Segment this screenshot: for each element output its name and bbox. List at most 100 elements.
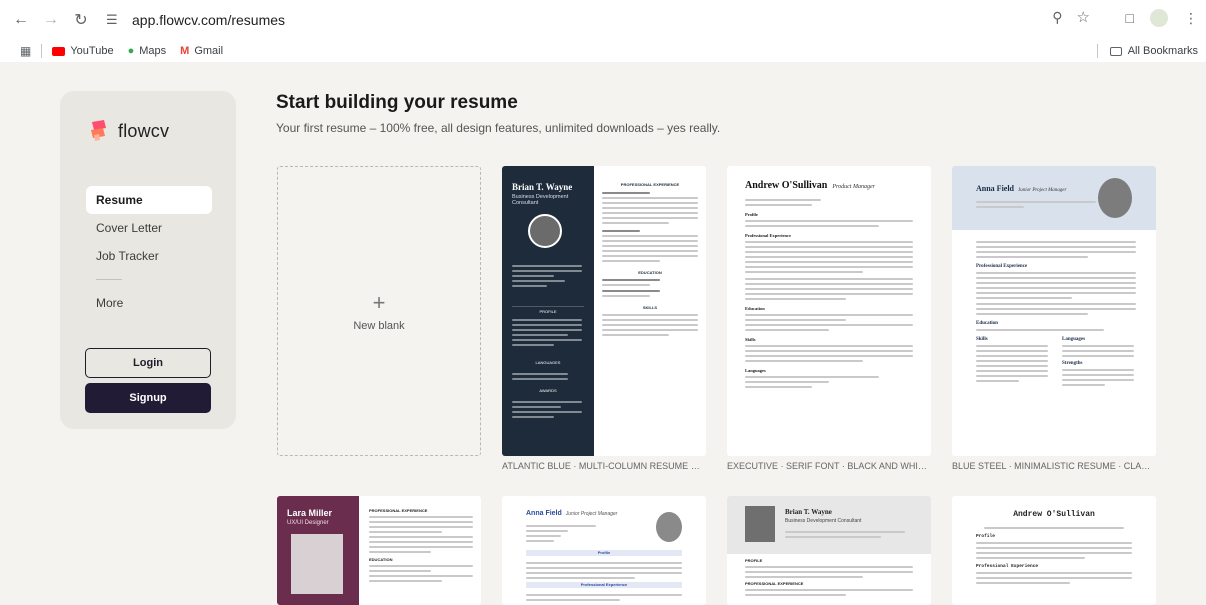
folder-icon (1109, 46, 1122, 56)
resume-name: Anna Field (526, 510, 562, 517)
profile-avatar[interactable] (1150, 9, 1168, 27)
resume-name-row: Anna Field Junior Project Manager (976, 184, 1066, 193)
resume-role: Junior Project Manager (565, 511, 618, 517)
template-card-lara-miller[interactable]: Lara Miller UX/UI Designer PROFESSIONAL … (277, 496, 481, 605)
template-card-andrew-mono[interactable]: Andrew O'Sullivan Profile Professional E… (952, 496, 1156, 605)
flowcv-logo-icon (91, 120, 106, 141)
new-blank-card[interactable]: + New blank (277, 166, 481, 456)
resume-role: Product Manager (832, 184, 875, 190)
section-experience: Professional Experience (745, 233, 792, 238)
template-card-blue-steel[interactable]: Anna Field Junior Project Manager Profes… (952, 166, 1156, 456)
page-subtitle: Your first resume – 100% free, all desig… (276, 121, 721, 135)
resume-role: Business Development Consultant (785, 518, 862, 524)
sidebar-item-resume[interactable]: Resume (86, 186, 212, 214)
resume-name: Anna Field (976, 184, 1015, 193)
resume-header: Andrew O'Sullivan Product Manager (745, 180, 875, 191)
resume-role: UX/UI Designer (287, 520, 329, 526)
section-education: EDUCATION (638, 270, 662, 275)
resume-body: Professional Experience Education Skills… (976, 238, 1136, 389)
bookmark-youtube[interactable]: YouTube (52, 45, 114, 57)
bookmark-maps[interactable]: ● Maps (128, 45, 167, 57)
youtube-icon (52, 46, 66, 56)
all-bookmarks-label: All Bookmarks (1127, 45, 1198, 57)
reload-icon[interactable]: ↻ (70, 9, 92, 31)
section-skills: Skills (745, 337, 756, 342)
language-lines (512, 370, 582, 383)
signup-button[interactable]: Signup (85, 383, 211, 413)
section-profile: Profile (526, 550, 682, 556)
site-info-icon[interactable]: ☰ (106, 12, 126, 28)
resume-photo (291, 534, 343, 594)
bookmark-label: Gmail (194, 45, 224, 57)
template-card-executive[interactable]: Andrew O'Sullivan Product Manager Profil… (727, 166, 931, 456)
menu-kebab-icon[interactable]: ⋮ (1184, 10, 1198, 27)
all-bookmarks[interactable]: All Bookmarks (1096, 44, 1198, 58)
profile-lines (526, 559, 682, 582)
resume-photo (528, 214, 562, 248)
section-awards: AWARDS (539, 388, 557, 393)
menu-divider (96, 279, 122, 280)
login-button[interactable]: Login (85, 348, 211, 378)
template-caption: BLUE STEEL · MINIMALISTIC RESUME · CLASS… (952, 461, 1156, 471)
resume-name-row: Anna Field Junior Project Manager (526, 510, 617, 517)
resume-sidebar: Lara Miller UX/UI Designer (277, 496, 359, 605)
bookmark-star-icon[interactable]: ☆ (1077, 8, 1090, 26)
back-icon[interactable]: ← (10, 9, 32, 31)
section-languages: LANGUAGES (535, 360, 561, 365)
sidebar-menu: Resume Cover Letter Job Tracker More (86, 186, 212, 317)
address-bar[interactable]: ☰ app.flowcv.com/resumes ⚲ ☆ (96, 6, 1096, 34)
profile-lines (512, 316, 582, 349)
section-education: Education (745, 306, 765, 311)
resume-main-column: PROFESSIONAL EXPERIENCE EDUCATION (369, 508, 473, 585)
bookmarks-separator (1096, 44, 1098, 58)
url-text[interactable]: app.flowcv.com/resumes (132, 12, 285, 28)
award-lines (512, 398, 582, 421)
resume-role: Business Development Consultant (512, 194, 569, 206)
template-card-anna-field-2[interactable]: Anna Field Junior Project Manager Profil… (502, 496, 706, 605)
resume-name: Brian T. Wayne (785, 508, 832, 516)
gmail-icon: M (180, 45, 190, 57)
extensions-icon[interactable]: □ (1126, 10, 1134, 26)
section-profile: Profile (745, 212, 758, 217)
contact-lines (976, 198, 1096, 211)
resume-header: Brian T. Wayne Business Development Cons… (727, 496, 931, 554)
section-languages: Languages (745, 368, 766, 373)
bookmarks-separator (41, 44, 43, 58)
zoom-icon[interactable]: ⚲ (1052, 9, 1062, 26)
resume-main-column: PROFESSIONAL EXPERIENCE EDUCATION SKILLS (602, 182, 698, 339)
template-card-brian-wayne-2[interactable]: Brian T. Wayne Business Development Cons… (727, 496, 931, 605)
template-caption: ATLANTIC BLUE · MULTI-COLUMN RESUME WITH… (502, 461, 706, 471)
bookmark-label: Maps (139, 45, 167, 57)
resume-role: Junior Project Manager (1018, 188, 1067, 193)
section-profile: Profile (976, 534, 995, 539)
flowcv-logo[interactable]: flowcv (88, 119, 169, 143)
apps-grid-icon[interactable]: ▦ (20, 44, 31, 58)
template-caption: EXECUTIVE · SERIF FONT · BLACK AND WHITE… (727, 461, 931, 471)
bookmark-label: YouTube (70, 45, 114, 57)
new-blank-label: New blank (353, 320, 405, 332)
section-skills: Skills (976, 337, 988, 342)
resume-name: Andrew O'Sullivan (745, 180, 828, 191)
section-experience: PROFESSIONAL EXPERIENCE (369, 508, 428, 513)
resume-body: PROFILE PROFESSIONAL EXPERIENCE (745, 558, 913, 599)
section-strengths: Strengths (1062, 361, 1083, 366)
forward-icon[interactable]: → (40, 9, 62, 31)
bookmarks-bar: ▦ YouTube ● Maps M Gmail All Bookmarks (0, 40, 1206, 62)
experience-lines (526, 591, 682, 604)
section-skills: SKILLS (642, 305, 658, 310)
section-education: EDUCATION (369, 557, 393, 562)
resume-body: Profile Professional Experience Educatio… (745, 196, 913, 391)
sidebar-item-more[interactable]: More (86, 289, 212, 317)
template-card-atlantic-blue[interactable]: Brian T. Wayne Business Development Cons… (502, 166, 706, 456)
sidebar-item-job-tracker[interactable]: Job Tracker (86, 242, 212, 270)
bookmark-gmail[interactable]: M Gmail (180, 45, 223, 57)
logo-text: flowcv (118, 120, 170, 141)
resume-sidebar: Brian T. Wayne Business Development Cons… (502, 166, 594, 456)
plus-icon: + (372, 290, 386, 315)
page-title: Start building your resume (276, 92, 518, 113)
resume-name: Lara Miller (287, 508, 333, 518)
sidebar-item-cover-letter[interactable]: Cover Letter (86, 214, 212, 242)
section-experience: Professional Experience (976, 264, 1028, 269)
resume-header: Anna Field Junior Project Manager (952, 166, 1156, 230)
maps-pin-icon: ● (127, 45, 135, 57)
